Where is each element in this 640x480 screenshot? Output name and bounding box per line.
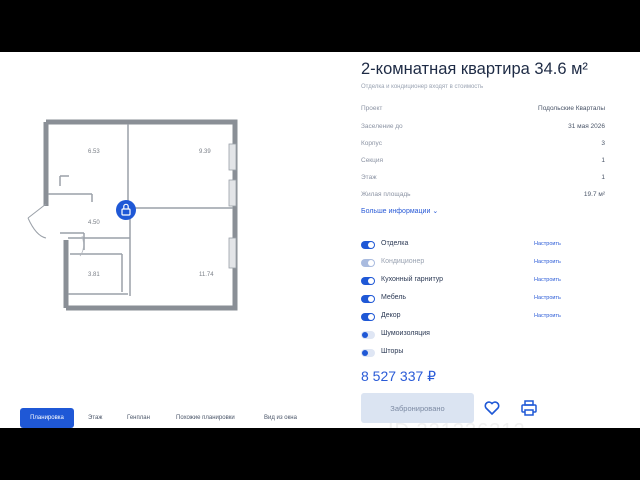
apartment-subtitle: Отделка и кондиционер входят в стоимость	[361, 84, 484, 90]
option-furniture: Мебель Настроить	[361, 294, 571, 306]
spec-label: Жилая площадь	[361, 191, 411, 198]
printer-icon[interactable]	[519, 399, 539, 417]
spec-label: Проект	[361, 105, 383, 112]
tab-similar-layouts[interactable]: Похожие планировки	[176, 408, 235, 428]
air-conditioner-toggle[interactable]	[361, 259, 375, 267]
option-label: Отделка	[381, 240, 409, 247]
spec-label: Заселение до	[361, 123, 403, 130]
spec-value: 19.7 м²	[583, 191, 605, 198]
room-area-4: 3.81	[88, 272, 100, 278]
option-finishing: Отделка Настроить	[361, 240, 571, 252]
room-area-1: 6.53	[88, 149, 100, 155]
spec-value: 31 мая 2026	[568, 123, 605, 130]
heart-icon[interactable]	[483, 399, 501, 417]
spec-row-floor: Этаж 1	[361, 174, 605, 183]
watermark: ID 321336312	[388, 420, 526, 428]
spec-value: Подольские Кварталы	[538, 105, 605, 112]
room-area-5: 11.74	[199, 272, 214, 278]
soundproofing-toggle[interactable]	[361, 331, 375, 339]
more-info-link[interactable]: Больше информации ⌄	[361, 207, 438, 215]
option-soundproofing: Шумоизоляция	[361, 330, 571, 342]
tab-site-plan[interactable]: Генплан	[127, 408, 150, 428]
apartment-card: 6.53 9.39 4.50 3.81 11.74 2-комнатная кв…	[0, 52, 640, 428]
room-area-3: 4.50	[88, 220, 100, 226]
spec-row-building: Корпус 3	[361, 140, 605, 149]
finishing-toggle[interactable]	[361, 241, 375, 249]
spec-label: Секция	[361, 157, 384, 164]
option-label: Кондиционер	[381, 258, 425, 265]
configure-link[interactable]: Настроить	[534, 295, 561, 301]
kitchen-set-toggle[interactable]	[361, 277, 375, 285]
tab-layout[interactable]: Планировка	[20, 408, 74, 428]
option-label: Кухонный гарнитур	[381, 276, 444, 283]
spec-row-project: Проект Подольские Кварталы	[361, 105, 605, 114]
option-curtains: Шторы	[361, 348, 571, 360]
view-tabs: Планировка Этаж Генплан Похожие планиров…	[0, 408, 330, 428]
curtains-toggle[interactable]	[361, 349, 375, 357]
price: 8 527 337 ₽	[361, 368, 437, 384]
option-label: Шторы	[381, 348, 404, 355]
option-label: Мебель	[381, 294, 407, 301]
option-decor: Декор Настроить	[361, 312, 571, 324]
spec-row-section: Секция 1	[361, 157, 605, 166]
option-label: Шумоизоляция	[381, 330, 430, 337]
lock-icon[interactable]	[116, 200, 136, 220]
spec-value: 3	[601, 140, 605, 147]
apartment-title: 2-комнатная квартира 34.6 м²	[361, 60, 588, 78]
room-area-2: 9.39	[199, 149, 211, 155]
spec-value: 1	[601, 157, 605, 164]
configure-link[interactable]: Настроить	[534, 277, 561, 283]
option-label: Декор	[381, 312, 401, 319]
furniture-toggle[interactable]	[361, 295, 375, 303]
tab-window-view[interactable]: Вид из окна	[264, 408, 297, 428]
spec-row-living-area: Жилая площадь 19.7 м²	[361, 191, 605, 200]
configure-link[interactable]: Настроить	[534, 313, 561, 319]
option-air-conditioner: Кондиционер Настроить	[361, 258, 571, 270]
spec-label: Корпус	[361, 140, 382, 147]
configure-link[interactable]: Настроить	[534, 259, 561, 265]
booked-button[interactable]: Забронировано	[361, 393, 474, 423]
configure-link[interactable]: Настроить	[534, 241, 561, 247]
option-kitchen-set: Кухонный гарнитур Настроить	[361, 276, 571, 288]
floor-plan: 6.53 9.39 4.50 3.81 11.74	[27, 119, 238, 311]
spec-label: Этаж	[361, 174, 377, 181]
decor-toggle[interactable]	[361, 313, 375, 321]
spec-value: 1	[601, 174, 605, 181]
spec-row-move-in: Заселение до 31 мая 2026	[361, 123, 605, 132]
tab-floor[interactable]: Этаж	[88, 408, 102, 428]
